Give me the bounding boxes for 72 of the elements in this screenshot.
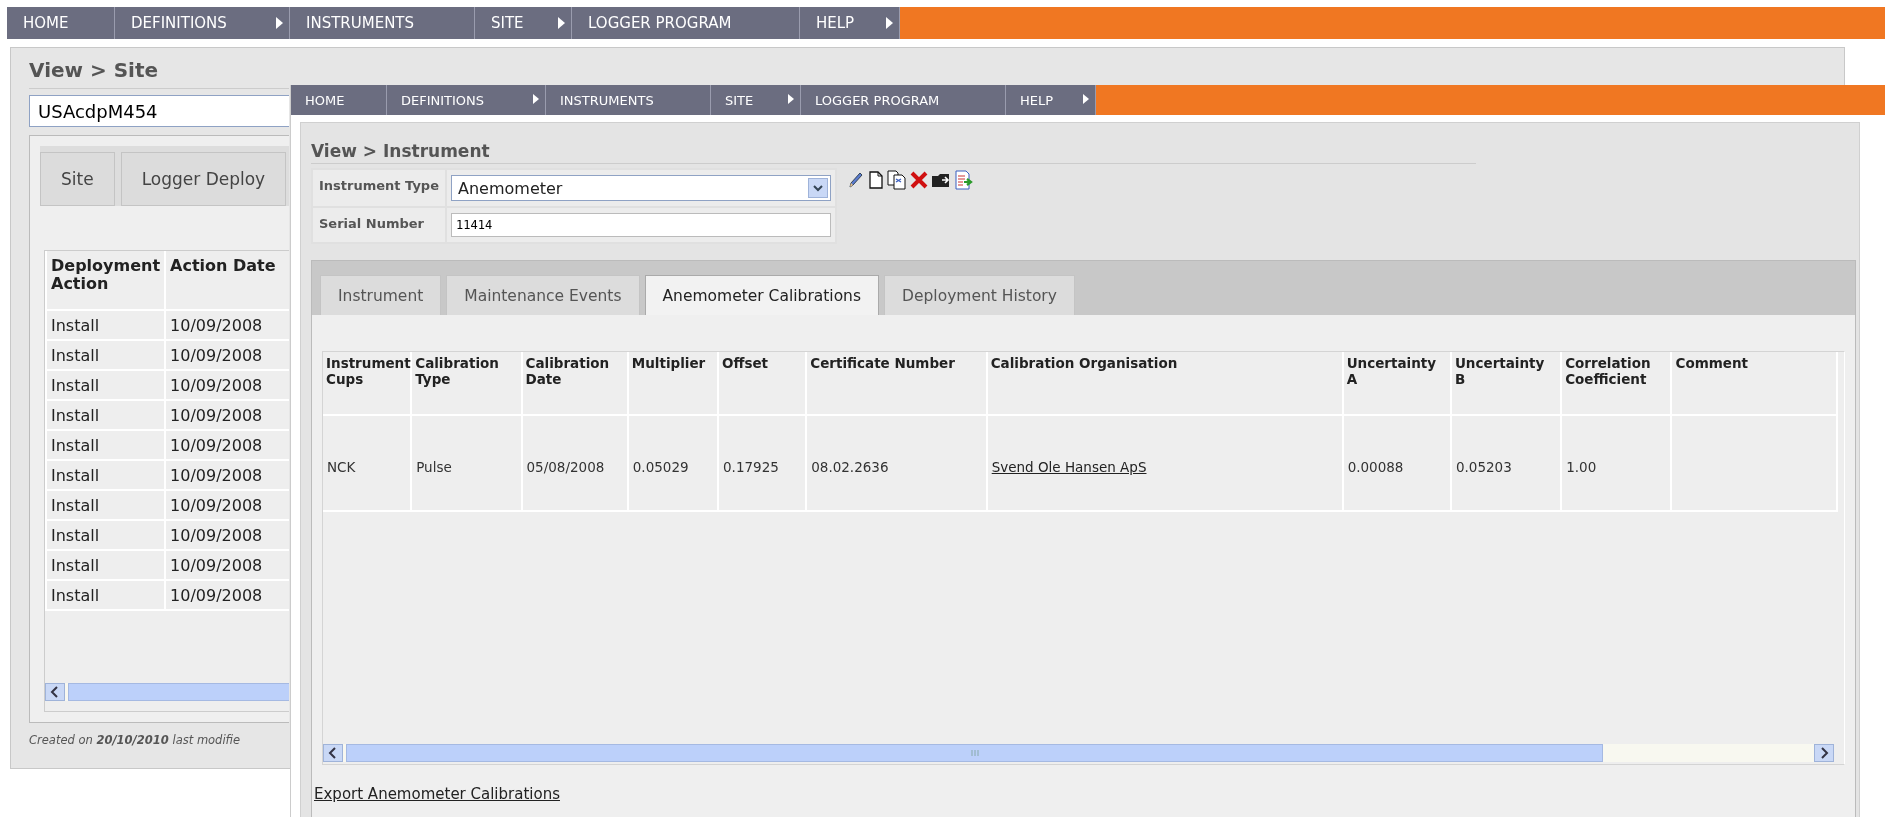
nav-item[interactable]: HOME [7, 7, 115, 39]
nav-item[interactable]: HELP [800, 7, 900, 39]
scrollbar-thumb[interactable] [346, 744, 1603, 762]
table-cell: NCK [327, 459, 356, 475]
table-cell: Install [46, 400, 166, 430]
tab[interactable]: Deployment History [884, 275, 1075, 315]
nav-item[interactable]: DEFINITIONS [387, 85, 546, 115]
instrument-type-dropdown[interactable]: Anemometer [451, 175, 831, 201]
export-link[interactable]: Export Anemometer Calibrations [314, 785, 560, 803]
nav-item[interactable]: HOME [291, 85, 387, 115]
table-cell: Install [46, 340, 166, 370]
export-icon[interactable] [954, 170, 974, 190]
chevron-right-icon [1819, 747, 1829, 759]
column-header: Deployment Action [46, 251, 166, 310]
column-header: Comment [1671, 352, 1837, 415]
horizontal-scrollbar[interactable] [323, 744, 1834, 762]
nav-item[interactable]: DEFINITIONS [115, 7, 290, 39]
nav-item[interactable]: LOGGER PROGRAM [572, 7, 800, 39]
tab[interactable]: Site [40, 152, 115, 206]
copy-icon[interactable] [887, 170, 907, 190]
column-header: Offset [718, 352, 807, 415]
table-cell: 0.05029 [632, 459, 689, 475]
nav-item[interactable]: HELP [1006, 85, 1096, 115]
nav-item[interactable]: LOGGER PROGRAM [801, 85, 1006, 115]
site-field[interactable]: USAcdpM454 [29, 95, 289, 127]
field-label: Instrument Type [312, 169, 446, 207]
column-header: Multiplier [627, 352, 718, 415]
scroll-left-button[interactable] [323, 744, 343, 762]
table-cell: 08.02.2636 [811, 459, 889, 475]
table-cell: Install [46, 550, 166, 580]
table-cell: Install [46, 580, 166, 610]
column-header: Uncertainty B [1450, 352, 1562, 415]
scroll-right-button[interactable] [1814, 744, 1834, 762]
table-cell: Install [46, 310, 166, 340]
field-label: Serial Number [312, 207, 446, 243]
table-cell: 1.00 [1566, 459, 1597, 475]
organisation-link[interactable]: Svend Ole Hansen ApS [991, 459, 1147, 475]
serial-number-field[interactable]: 11414 [451, 213, 831, 237]
tab[interactable]: Logger Deploy [120, 152, 287, 206]
column-header: Certificate Number [806, 352, 987, 415]
table-cell: Install [46, 370, 166, 400]
table-cell: 0.00088 [1347, 459, 1404, 475]
table-cell: Install [46, 460, 166, 490]
nav-item[interactable]: SITE [475, 7, 572, 39]
table-cell: Pulse [416, 459, 452, 475]
tab[interactable]: Anemometer Calibrations [644, 275, 880, 315]
page-icon[interactable] [868, 170, 884, 190]
table-cell: 0.17925 [723, 459, 779, 475]
folder-icon[interactable] [931, 171, 951, 189]
page-heading: View > Instrument [311, 141, 1476, 164]
tab[interactable]: Maintenance Events [446, 275, 640, 315]
column-header: Calibration Date [521, 352, 628, 415]
nav-item[interactable]: SITE [711, 85, 801, 115]
chevron-left-icon [328, 747, 338, 759]
table-cell: 05/08/2008 [526, 459, 605, 475]
nav-item[interactable]: INSTRUMENTS [290, 7, 475, 39]
column-header: Calibration Organisation [986, 352, 1343, 415]
pencil-icon[interactable] [847, 170, 865, 190]
table-cell: Install [46, 490, 166, 520]
scroll-left-button[interactable] [45, 683, 65, 701]
column-header: Instrument Cups [323, 352, 412, 415]
delete-icon[interactable] [910, 171, 928, 189]
column-header: Uncertainty A [1342, 352, 1451, 415]
tab[interactable]: Instrument [320, 275, 442, 315]
nav-item[interactable]: INSTRUMENTS [546, 85, 711, 115]
table-cell: Install [46, 430, 166, 460]
column-header: Correlation Coefficient [1561, 352, 1672, 415]
chevron-left-icon [50, 686, 60, 698]
record-info-text: Created on 20/10/2010 last modifie [29, 733, 242, 747]
column-header: Calibration Type [411, 352, 522, 415]
table-cell: 0.05203 [1455, 459, 1512, 475]
table-cell: Install [46, 520, 166, 550]
